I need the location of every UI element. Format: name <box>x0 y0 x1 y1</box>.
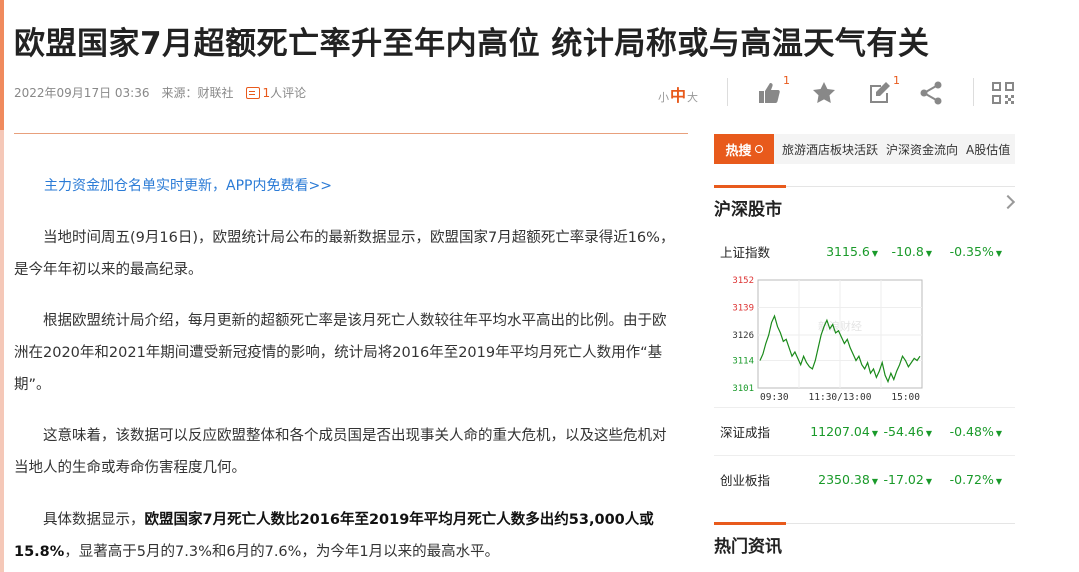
toolbar-divider <box>973 78 974 106</box>
toolbar-divider <box>727 78 728 106</box>
paragraph-4-lead: 具体数据显示， <box>43 512 145 528</box>
comment-icon <box>245 86 260 99</box>
like-count: 1 <box>783 74 790 87</box>
index-row-chinext[interactable]: 创业板指 2350.38 ▼ -17.02 ▼ -0.72% ▼ <box>714 461 1015 497</box>
qrcode-button[interactable] <box>990 80 1016 106</box>
publish-date: 2022年09月17日 03:36 <box>14 86 150 100</box>
y-tick-label: 3101 <box>732 384 754 394</box>
like-button[interactable]: 1 <box>756 74 790 106</box>
row-divider <box>714 407 1015 408</box>
intraday-chart[interactable]: 3152 3139 3126 3114 3101 09:30 11:30/13:00 15:0… <box>714 272 934 406</box>
market-section-header: 沪深股市 <box>714 185 1016 220</box>
edit-button[interactable]: 1 <box>866 74 900 106</box>
down-arrow-icon: ▼ <box>995 476 1002 486</box>
share-icon <box>920 81 942 105</box>
edit-count: 1 <box>893 74 900 87</box>
y-tick-label: 3152 <box>732 276 754 286</box>
edit-icon <box>870 82 890 103</box>
paragraph-1: 当地时间周五(9月16日)，欧盟统计局公布的最新数据显示，欧盟国家7月超额死亡率… <box>14 230 675 278</box>
font-size-small[interactable]: 小 <box>658 89 669 105</box>
qrcode-icon <box>992 82 1014 104</box>
x-tick-label: 11:30/13:00 <box>809 392 872 403</box>
y-tick-label: 3139 <box>732 304 754 314</box>
index-percent: -0.48% ▼ <box>949 423 1002 439</box>
index-change: -17.02 ▼ <box>883 471 932 487</box>
article-source: 来源：财联社 <box>161 86 234 100</box>
hot-search-tag: 热搜 <box>714 134 774 164</box>
down-arrow-icon: ▼ <box>995 428 1002 438</box>
hot-search-label: 热搜 <box>725 143 752 159</box>
section-accent <box>714 185 786 188</box>
index-row-shenzhen[interactable]: 深证成指 11207.04 ▼ -54.46 ▼ -0.48% ▼ <box>714 413 1015 449</box>
index-name: 深证成指 <box>720 424 771 440</box>
chevron-right-icon[interactable] <box>1000 194 1016 210</box>
index-change: -54.46 ▼ <box>883 423 932 439</box>
index-percent: -0.35% ▼ <box>949 243 1002 259</box>
index-name: 创业板指 <box>720 472 771 488</box>
fire-icon <box>754 145 763 153</box>
hot-search-bar: 热搜 旅游酒店板块活跃 沪深资金流向 A股估值 <box>714 134 1015 164</box>
y-tick-label: 3114 <box>732 356 754 366</box>
article-title: 欧盟国家7月超额死亡率升至年内高位 统计局称或与高温天气有关 <box>14 26 930 62</box>
market-section-title: 沪深股市 <box>714 200 782 220</box>
left-edge-accent <box>0 0 4 130</box>
hot-search-item[interactable]: 旅游酒店板块活跃 <box>782 141 878 158</box>
index-value: 11207.04 ▼ <box>810 423 878 439</box>
font-size-switcher: 小 中 大 <box>658 82 698 106</box>
favorite-button[interactable] <box>811 80 837 106</box>
index-value: 3115.6 ▼ <box>826 243 878 259</box>
comment-link[interactable]: 1 人评论 <box>245 84 307 101</box>
comment-count: 1 <box>262 85 271 100</box>
index-change: -10.8 ▼ <box>891 243 933 259</box>
font-size-medium[interactable]: 中 <box>670 82 686 106</box>
left-edge-bar <box>0 0 4 572</box>
section-accent <box>714 522 786 525</box>
paragraph-2: 根据欧盟统计局介绍，每月更新的超额死亡率是该月死亡人数较往年平均水平高出的比例。… <box>14 313 667 393</box>
hot-news-title: 热门资讯 <box>714 537 782 557</box>
hot-search-item[interactable]: 沪深资金流向 <box>886 141 958 158</box>
intraday-chart-svg: 3152 3139 3126 3114 3101 09:30 11:30/13:00 15:0… <box>732 276 923 403</box>
index-value: 2350.38 ▼ <box>818 471 878 487</box>
star-icon <box>813 82 835 103</box>
index-name: 上证指数 <box>720 244 771 260</box>
hot-search-item[interactable]: A股估值 <box>966 141 1010 158</box>
font-size-large[interactable]: 大 <box>687 89 698 105</box>
x-tick-label: 09:30 <box>760 392 789 403</box>
down-arrow-icon: ▼ <box>995 248 1002 258</box>
index-percent: -0.72% ▼ <box>949 471 1002 487</box>
article-meta: 2022年09月17日 03:36 来源：财联社 1 人评论 <box>14 84 306 101</box>
title-divider <box>14 133 688 134</box>
paragraph-3: 这意味着，该数据可以反应欧盟整体和各个成员国是否出现事关人命的重大危机，以及这些… <box>14 428 667 476</box>
x-tick-label: 15:00 <box>891 392 920 403</box>
promo-link[interactable]: 主力资金加仓名单实时更新，APP内免费看>> <box>44 175 332 195</box>
hot-news-section-header: 热门资讯 <box>714 522 1015 557</box>
index-row-shanghai[interactable]: 上证指数 3115.6 ▼ -10.8 ▼ -0.35% ▼ <box>714 233 1015 269</box>
paragraph-4: 具体数据显示，欧盟国家7月死亡人数比2016年至2019年平均月死亡人数多出约5… <box>14 504 678 568</box>
row-divider <box>714 455 1015 456</box>
paragraph-4-tail: ，显著高于5月的7.3%和6月的7.6%，为今年1月以来的最高水平。 <box>64 544 500 560</box>
share-button[interactable] <box>918 80 944 106</box>
thumbs-up-icon <box>759 83 780 103</box>
y-tick-label: 3126 <box>732 331 754 341</box>
comment-label: 人评论 <box>270 86 307 100</box>
